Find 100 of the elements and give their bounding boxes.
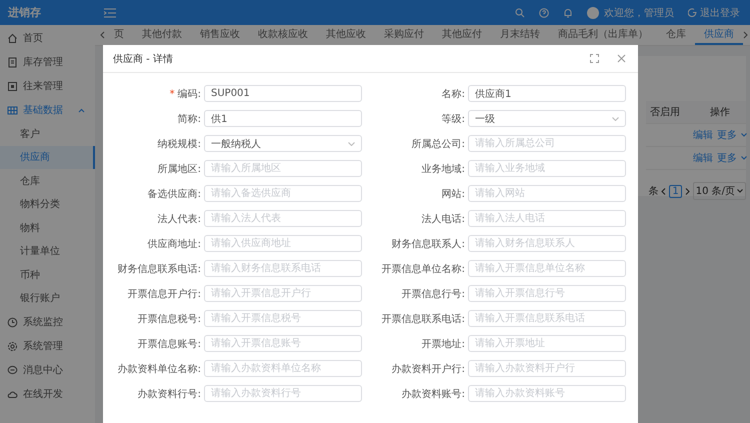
chevron-up-icon [78, 108, 85, 112]
select-field[interactable]: 一般纳税人 [204, 135, 362, 152]
sidebar-item[interactable]: 首页 [0, 26, 95, 50]
column-header: 操作 [709, 106, 731, 119]
sidebar-subitem[interactable]: 供应商 [0, 146, 95, 169]
input-field[interactable]: 请输入开票信息开户行 [204, 285, 362, 302]
tab[interactable]: 商品毛利（出库单） [549, 25, 657, 45]
required-mark: * [170, 88, 175, 100]
total-text: 条 [648, 185, 658, 198]
input-field[interactable]: 请输入开票信息行号 [468, 285, 626, 302]
field-label: 开票信息税号: [136, 312, 201, 326]
tab[interactable]: 其他应收 [317, 25, 375, 45]
sidebar-subitem[interactable]: 计量单位 [0, 240, 95, 263]
more-link[interactable]: 更多 [717, 151, 737, 165]
input-field[interactable]: 请输入办款资料行号 [204, 385, 362, 402]
search-icon[interactable] [515, 8, 525, 18]
input-field[interactable]: 请输入开票信息联系电话 [468, 310, 626, 327]
input-field[interactable]: 请输入业务地域 [468, 160, 626, 177]
chat-icon [7, 364, 18, 376]
field-label: 网站: [440, 188, 465, 200]
sidebar-item[interactable]: 系统监控 [0, 310, 95, 334]
input-field[interactable]: 请输入开票信息账号 [204, 335, 362, 352]
sidebar-subitem[interactable]: 币种 [0, 263, 95, 286]
field-label: * 编码: [168, 88, 201, 100]
input-field[interactable]: 请输入法人代表 [204, 210, 362, 227]
input-field[interactable]: 请输入办款资料账号 [468, 385, 626, 402]
chevron-down-icon [612, 116, 619, 120]
tab[interactable]: 仓库 [657, 25, 695, 45]
field-label: 开票信息联系电话: [380, 312, 465, 326]
user-name[interactable]: 欢迎您，管理员 [604, 6, 674, 20]
field-label: 开票地址: [420, 338, 465, 350]
chevron-right-icon[interactable] [684, 188, 690, 194]
edit-link[interactable]: 编辑 [693, 128, 713, 142]
chevron-right-icon[interactable] [743, 31, 749, 39]
input-field[interactable]: 请输入开票信息单位名称 [468, 260, 626, 277]
input-field[interactable]: 供应商1 [468, 85, 626, 102]
sidebar-subitem[interactable]: 银行账户 [0, 286, 95, 310]
input-field[interactable]: 请输入备选供应商 [204, 185, 362, 202]
input-field[interactable]: 请输入财务信息联系人 [468, 235, 626, 252]
dialog-title: 供应商 - 详情 [113, 52, 174, 66]
tab[interactable]: 页 [105, 25, 133, 45]
tab[interactable]: 其他应付 [433, 25, 491, 45]
sidebar-item[interactable]: 在线开发 [0, 382, 95, 406]
tab[interactable]: 供应商 [695, 25, 743, 45]
avatar[interactable] [587, 6, 599, 18]
sidebar-subitem[interactable]: 物料 [0, 216, 95, 240]
input-field[interactable]: 请输入办款资料单位名称 [204, 360, 362, 377]
sidebar-item[interactable]: 库存管理 [0, 50, 95, 74]
sidebar-item[interactable]: 消息中心 [0, 358, 95, 382]
fullscreen-icon[interactable] [590, 54, 599, 63]
sidebar-item[interactable]: 系统管理 [0, 334, 95, 358]
input-field[interactable]: SUP001 [204, 85, 362, 102]
input-field[interactable]: 供1 [204, 110, 362, 127]
field-label: 财务信息联系人: [390, 238, 465, 250]
input-field[interactable]: 请输入财务信息联系电话 [204, 260, 362, 277]
tab[interactable]: 其他付款 [133, 25, 191, 45]
close-icon[interactable] [617, 54, 626, 63]
tab[interactable]: 收款核应收 [249, 25, 317, 45]
field-label: 备选供应商: [146, 188, 201, 200]
settings-icon [7, 340, 18, 352]
chevron-left-icon[interactable] [99, 31, 105, 39]
document-icon [7, 56, 18, 68]
input-field[interactable]: 请输入供应商地址 [204, 235, 362, 252]
field-label: 办款资料行号: [136, 388, 201, 400]
field-label: 开票信息单位名称: [380, 262, 465, 276]
help-icon[interactable] [539, 8, 549, 18]
field-label: 简称: [176, 112, 201, 126]
logout-button[interactable]: 退出登录 [688, 6, 740, 20]
chevron-down-icon [741, 133, 747, 137]
bell-icon[interactable] [563, 8, 573, 18]
square-icon [7, 80, 18, 92]
field-label: 法人代表: [156, 212, 201, 226]
chevron-down-icon [348, 142, 355, 146]
page-size-select[interactable]: 10 条/页 [692, 182, 746, 200]
tab[interactable]: 采购应付 [375, 25, 433, 45]
sidebar-item[interactable]: 往来管理 [0, 74, 95, 98]
input-field[interactable]: 请输入所属总公司 [468, 135, 626, 152]
input-field[interactable]: 请输入网站 [468, 185, 626, 202]
sidebar-subitem[interactable]: 物料分类 [0, 192, 95, 216]
tab[interactable]: 月末结转 [491, 25, 549, 45]
field-label: 法人电话: [420, 212, 465, 226]
chevron-left-icon[interactable] [661, 188, 666, 194]
field-label: 开票信息行号: [400, 288, 465, 300]
input-field[interactable]: 请输入办款资料开户行 [468, 360, 626, 377]
sidebar-subitem[interactable]: 客户 [0, 122, 95, 146]
sidebar-subitem[interactable]: 仓库 [0, 169, 95, 192]
field-label: 办款资料开户行: [390, 362, 465, 376]
input-field[interactable]: 请输入开票信息税号 [204, 310, 362, 327]
page-button[interactable]: 1 [669, 184, 682, 198]
menu-icon[interactable] [104, 8, 116, 18]
input-field[interactable]: 请输入所属地区 [204, 160, 362, 177]
select-field[interactable]: 一级 [468, 110, 626, 127]
tab[interactable]: 销售应收 [191, 25, 249, 45]
field-label: 所属地区: [156, 162, 201, 176]
input-field[interactable]: 请输入开票地址 [468, 335, 626, 352]
more-link[interactable]: 更多 [717, 128, 737, 142]
sidebar-item[interactable]: 基础数据 [0, 98, 95, 122]
cloud-icon [7, 388, 18, 400]
edit-link[interactable]: 编辑 [693, 151, 713, 165]
input-field[interactable]: 请输入法人电话 [468, 210, 626, 227]
